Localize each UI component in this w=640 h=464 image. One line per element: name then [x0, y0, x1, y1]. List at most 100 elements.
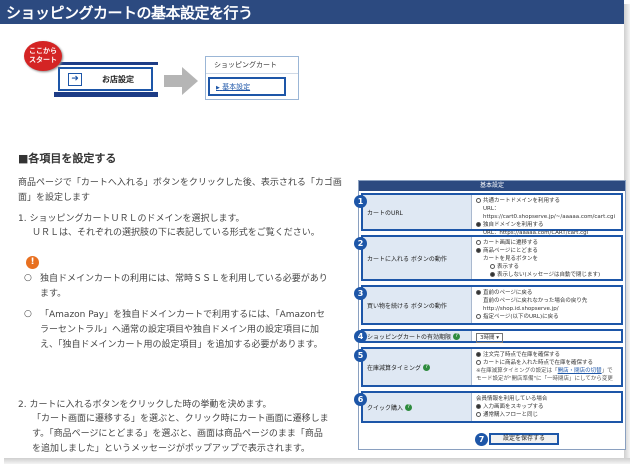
- help-icon[interactable]: ?: [423, 363, 431, 371]
- radio-option-label: カートに商品を入れた時点で在庫を確保する: [483, 360, 594, 366]
- radio-icon: [476, 314, 481, 319]
- radio-option[interactable]: 商品ページにとどまる: [476, 247, 617, 255]
- flow-arrow-icon: [164, 67, 198, 95]
- step-number-badge: 6: [354, 393, 367, 406]
- step2-line3: す。「商品ページにとどまる」を選ぶと、画面は商品ページのまま「商品: [32, 429, 323, 439]
- step-number-badge: 3: [354, 287, 367, 300]
- radio-icon: [476, 222, 481, 227]
- setting-row-cart-expiry: ショッピングカートの有効期限? 3時間 ▾: [361, 329, 623, 343]
- setting-value: 直前のページに戻る 直前のページに戻れなかった場合の戻り先 http://sho…: [471, 287, 621, 323]
- radio-option-label: 共通カートドメインを利用する: [483, 198, 561, 204]
- open-close-link[interactable]: 開店・閉店の切替: [558, 368, 602, 374]
- radio-icon: [476, 352, 481, 357]
- radio-icon: [476, 412, 481, 417]
- start-here-badge: ここから スタート: [24, 41, 62, 71]
- radio-option[interactable]: 通常購入フローと同じ: [476, 411, 617, 419]
- bullet2-line3: え、「独自ドメインカート用の設定項目」を追加する必要があります。: [40, 340, 323, 350]
- radio-icon: [476, 198, 481, 203]
- bullet1-line1: 独自ドメインカートの利用には、常時ＳＳＬを利用している必要があり: [40, 274, 328, 284]
- sub-label: カートを見るボタンを: [483, 256, 539, 262]
- setting-row-stock-timing: 在庫減算タイミング? 注文完了時点で在庫を確保する カートに商品を入れた時点で在…: [361, 347, 623, 387]
- step-number-badge: 5: [354, 349, 367, 362]
- step-number-badge: 4: [354, 330, 367, 343]
- shopping-cart-menu-title: ショッピングカート: [206, 57, 298, 74]
- basic-settings-link[interactable]: ▶ 基本設定: [208, 77, 286, 96]
- radio-option-label: 通常購入フローと同じ: [483, 412, 539, 418]
- radio-option[interactable]: カート画面に遷移する: [476, 239, 617, 247]
- setting-value: 3時間 ▾: [471, 331, 621, 343]
- setting-value: 注文完了時点で在庫を確保する カートに商品を入れた時点で在庫を確保する ※在庫減…: [471, 349, 621, 385]
- radio-icon: [476, 290, 481, 295]
- step-number-badge: 1: [354, 195, 367, 208]
- radio-option[interactable]: 共通カートドメインを利用する: [476, 197, 617, 205]
- setting-label-text: クイック購入: [367, 404, 404, 412]
- radio-option-label: 商品ページにとどまる: [483, 248, 538, 254]
- setting-label-text: 在庫減算タイミング: [367, 364, 422, 372]
- bullet2-line2: ラーセントラル」へ通常の設定項目や独自ドメイン用の設定項目に加: [40, 325, 320, 335]
- radio-option-label: 表示しない(メッセージは自動で閉じます): [497, 272, 601, 278]
- radio-option-label: 指定ページ(以下のURL)に戻る: [483, 314, 559, 320]
- setting-value: 会員情報を利用している場合 入力画面をスキップする 通常購入フローと同じ: [471, 393, 621, 421]
- enter-arrow-icon: ➜: [68, 72, 82, 86]
- step-number-badge: 2: [354, 237, 367, 250]
- basic-settings-label: 基本設定: [222, 83, 251, 91]
- store-settings-bar-top: [54, 62, 158, 65]
- help-icon[interactable]: ?: [405, 403, 413, 411]
- stock-note-line2: モード設定が"開店準備"に「一時閉店」にしてから変更: [476, 376, 613, 382]
- step2-line4: を追加しました」というメッセージがポップアップで表示されます。: [32, 444, 310, 454]
- step2-line1: 2. カートに入れるボタンをクリックした時の挙動を決めます。: [18, 400, 272, 410]
- radio-option-label: 入力画面をスキップする: [483, 404, 544, 410]
- setting-label-text: ショッピングカートの有効期限: [367, 333, 452, 341]
- return-url-input[interactable]: http://shop.id.shopserve.jp/: [476, 305, 617, 313]
- bullet-icon: ○: [24, 273, 32, 283]
- radio-option[interactable]: 入力画面をスキップする: [476, 403, 617, 411]
- expiry-select-value: 3時間: [480, 335, 495, 341]
- save-settings-button[interactable]: 設定を保存する: [489, 433, 559, 445]
- help-icon[interactable]: ?: [453, 332, 461, 340]
- option-url: URL：https://cart0.shopserve.jp/~/aaaaa.c…: [483, 206, 616, 220]
- setting-row-quick-purchase: クイック購入? 会員情報を利用している場合 入力画面をスキップする 通常購入フロ…: [361, 391, 623, 423]
- radio-icon: [476, 404, 481, 409]
- radio-option[interactable]: 指定ページ(以下のURL)に戻る: [476, 313, 617, 321]
- radio-option-label: カート画面に遷移する: [483, 240, 539, 246]
- radio-option[interactable]: 独自ドメインを利用する: [476, 221, 617, 229]
- store-settings-label: お店設定: [102, 74, 134, 84]
- shopping-cart-menu: ショッピングカート ▶ 基本設定: [205, 56, 299, 100]
- bullet-icon: ○: [24, 309, 32, 319]
- stock-note-text: 」で: [601, 368, 613, 374]
- radio-icon: [476, 240, 481, 245]
- bullet1-line2: ます。: [40, 289, 67, 299]
- radio-option[interactable]: カートに商品を入れた時点で在庫を確保する: [476, 359, 617, 367]
- stock-note: ※在庫減算タイミングの設定は「開店・閉店の切替」で: [476, 367, 617, 375]
- radio-option[interactable]: 注文完了時点で在庫を確保する: [476, 351, 617, 359]
- radio-icon: [490, 272, 495, 277]
- setting-row-continue-shopping: 買い物を続ける ボタンの動作 直前のページに戻る 直前のページに戻れなかった場合…: [361, 285, 623, 325]
- radio-icon: [476, 360, 481, 365]
- start-badge-text: ここから スタート: [29, 47, 57, 64]
- intro-text: 商品ページで「カートへ入れる」ボタンをクリックした後、表示される「カゴ画面」を設…: [18, 178, 342, 203]
- page-title: ショッピングカートの基本設定を行う: [6, 3, 253, 22]
- menu-bullet-icon: ▶: [216, 85, 220, 91]
- setting-label: クイック購入?: [363, 393, 471, 421]
- bullet2-line1: 「Amazon Pay」を独自ドメインカートで利用するには、「Amazonセ: [40, 310, 325, 320]
- radio-option[interactable]: 直前のページに戻る: [476, 289, 617, 297]
- store-settings-button[interactable]: ➜ お店設定: [58, 67, 153, 91]
- section-heading: ■各項目を設定する: [18, 152, 117, 165]
- step-number-badge: 7: [475, 433, 488, 446]
- setting-row-add-to-cart: カートに入れる ボタンの動作 カート画面に遷移する 商品ページにとどまる カート…: [361, 235, 623, 281]
- expiry-select[interactable]: 3時間 ▾: [476, 333, 504, 343]
- radio-option[interactable]: 表示する: [476, 263, 617, 271]
- page-header: ショッピングカートの基本設定を行う: [0, 0, 624, 24]
- step1-line1: 1. ショッピングカートＵＲＬのドメインを選択します。: [18, 214, 245, 224]
- radio-icon: [476, 248, 481, 253]
- radio-icon: [490, 264, 495, 269]
- radio-option-label: 表示する: [497, 264, 520, 270]
- radio-option-label: 直前のページに戻る: [483, 290, 533, 296]
- setting-label: カートに入れる ボタンの動作: [363, 237, 471, 279]
- store-settings-bar-bottom: [54, 92, 158, 97]
- option-note: 会員情報を利用している場合: [476, 396, 548, 402]
- frame-shadow-bottom: [4, 458, 630, 464]
- setting-value: カート画面に遷移する 商品ページにとどまる カートを見るボタンを 表示する 表示…: [471, 237, 621, 279]
- radio-option[interactable]: 表示しない(メッセージは自動で閉じます): [476, 271, 617, 279]
- settings-header: 基本設定: [359, 181, 625, 191]
